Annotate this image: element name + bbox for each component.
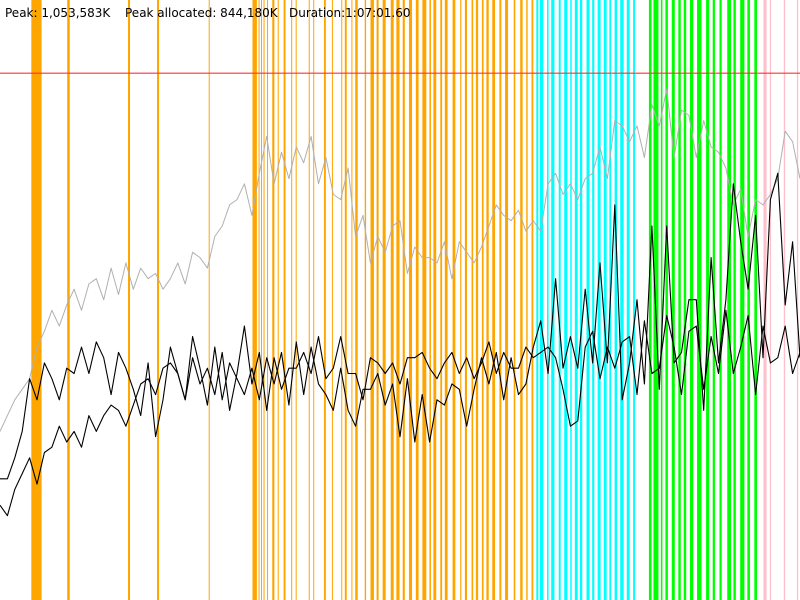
phase-band-orange	[376, 0, 379, 600]
phase-band-orange	[252, 0, 257, 600]
phase-band-orange	[313, 0, 315, 600]
phase-band-green	[733, 0, 736, 600]
phase-band-cyan	[592, 0, 595, 600]
phase-band-cyan	[620, 0, 624, 600]
phase-band-orange	[263, 0, 265, 600]
phase-band-orange	[208, 0, 210, 600]
phase-band-cyan	[558, 0, 561, 600]
phase-band-cyan	[547, 0, 549, 600]
phase-band-orange	[531, 0, 534, 600]
phase-band-green	[678, 0, 681, 600]
phase-band-green	[653, 0, 659, 600]
phase-band-orange	[513, 0, 516, 600]
phase-band-green	[660, 0, 663, 600]
phase-band-cyan	[570, 0, 572, 600]
phase-band-orange	[402, 0, 405, 600]
phase-band-orange	[283, 0, 286, 600]
phase-band-orange	[370, 0, 374, 600]
phase-band-orange	[486, 0, 489, 600]
peak-allocated-label: Peak allocated: 844,180K	[125, 6, 279, 20]
phase-band-green	[671, 0, 675, 600]
phase-band-orange	[331, 0, 333, 600]
phase-band-cyan	[579, 0, 583, 600]
phase-band-cyan	[603, 0, 607, 600]
phase-band-green	[740, 0, 745, 600]
phase-band-orange	[128, 0, 131, 600]
phase-band-orange	[440, 0, 443, 600]
phase-band-green	[727, 0, 732, 600]
phase-band-orange	[308, 0, 310, 600]
phase-band-orange	[344, 0, 347, 600]
phase-band-orange	[277, 0, 279, 600]
phase-band-orange	[492, 0, 496, 600]
phase-band-orange	[261, 0, 263, 600]
phase-band-cyan	[574, 0, 578, 600]
phase-band-orange	[382, 0, 386, 600]
phase-band-orange	[267, 0, 269, 600]
phase-band-orange	[341, 0, 343, 600]
phase-band-orange	[355, 0, 358, 600]
phase-band-orange	[390, 0, 394, 600]
phase-band-orange	[258, 0, 260, 600]
phase-band-orange	[272, 0, 275, 600]
phase-band-green	[747, 0, 750, 600]
phase-band-orange	[351, 0, 353, 600]
phase-band-orange	[444, 0, 448, 600]
phase-band-orange	[396, 0, 400, 600]
peak-label: Peak: 1,053,583K	[5, 6, 111, 20]
phase-band-orange	[464, 0, 467, 600]
phase-band-orange	[408, 0, 413, 600]
phase-band-orange	[460, 0, 462, 600]
phase-band-pink	[796, 0, 799, 600]
phase-band-cyan	[626, 0, 630, 600]
memory-timeline-chart: Peak: 1,053,583K Peak allocated: 844,180…	[0, 0, 800, 600]
phase-band-orange	[31, 0, 42, 600]
phase-band-green	[648, 0, 652, 600]
phase-band-orange	[323, 0, 326, 600]
phase-band-green	[719, 0, 722, 600]
phase-band-cyan	[536, 0, 539, 600]
phase-band-orange	[295, 0, 297, 600]
phase-band-green	[754, 0, 758, 600]
phase-band-orange	[471, 0, 474, 600]
phase-band-orange	[475, 0, 479, 600]
phase-band-green	[683, 0, 687, 600]
phase-band-orange	[499, 0, 502, 600]
phase-band-cyan	[539, 0, 544, 600]
phase-band-pink	[769, 0, 772, 600]
chart-header: Peak: 1,053,583K Peak allocated: 844,180…	[5, 6, 411, 20]
phase-band-orange	[291, 0, 293, 600]
phase-band-orange	[157, 0, 160, 600]
phase-band-orange	[505, 0, 509, 600]
phase-band-orange	[433, 0, 437, 600]
phase-band-orange	[364, 0, 367, 600]
phase-band-cyan	[564, 0, 568, 600]
phase-band-orange	[520, 0, 523, 600]
phase-band-orange	[526, 0, 528, 600]
phase-band-cyan	[633, 0, 635, 600]
phase-band-orange	[481, 0, 484, 600]
phase-band-cyan	[614, 0, 618, 600]
phase-band-orange	[415, 0, 419, 600]
phase-band-cyan	[586, 0, 590, 600]
phase-band-cyan	[597, 0, 601, 600]
phase-band-orange	[429, 0, 431, 600]
phase-band-orange	[422, 0, 427, 600]
duration-label: Duration:1:07:01.60	[289, 6, 411, 20]
phase-band-orange	[452, 0, 456, 600]
phase-band-green	[697, 0, 702, 600]
